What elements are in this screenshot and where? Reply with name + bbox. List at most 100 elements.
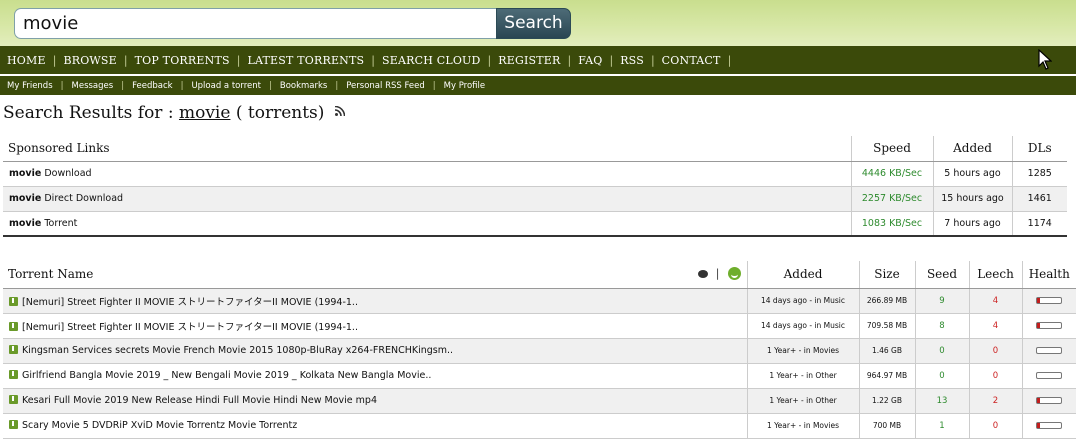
- dls-value: 1461: [1011, 186, 1067, 212]
- torrent-link[interactable]: Scary Movie 5 DVDRiP XviD Movie Torrentz…: [22, 420, 297, 431]
- table-row[interactable]: Kesari Full Movie 2019 New Release Hindi…: [3, 388, 1076, 414]
- dls-header[interactable]: DLs: [1011, 136, 1067, 162]
- added-value: 5 hours ago: [932, 161, 1012, 187]
- subnav-bookmarks[interactable]: Bookmarks: [280, 81, 328, 91]
- subnav-messages[interactable]: Messages: [72, 81, 114, 91]
- added-value: 7 hours ago: [932, 211, 1012, 236]
- download-icon[interactable]: [9, 395, 18, 404]
- seed-value: 13: [914, 388, 969, 414]
- main-nav: HOME | BROWSE | TOP TORRENTS | LATEST TORRE…: [0, 46, 1076, 74]
- page-title: Search Results for : movie ( torrents): [3, 103, 345, 123]
- nav-latest-torrents[interactable]: LATEST TORRENTS: [247, 54, 364, 67]
- speed-header[interactable]: Speed: [850, 136, 933, 162]
- subnav-my-profile[interactable]: My Profile: [444, 81, 486, 91]
- query-link[interactable]: movie: [179, 103, 230, 123]
- table-header-row: Sponsored Links Speed Added DLs: [3, 136, 1067, 162]
- subnav-upload[interactable]: Upload a torrent: [191, 81, 261, 91]
- results-prefix: Search Results for :: [3, 103, 174, 123]
- table-row[interactable]: Kingsman Services secrets Movie French M…: [3, 338, 1076, 364]
- torrent-link[interactable]: Kingsman Services secrets Movie French M…: [22, 345, 453, 356]
- download-icon[interactable]: [9, 420, 18, 429]
- seed-value: 9: [914, 288, 969, 314]
- size-value: 709.58 MB: [858, 313, 915, 339]
- smiley-icon[interactable]: [727, 267, 741, 280]
- table-row[interactable]: Scary Movie 5 DVDRiP XviD Movie Torrentz…: [3, 413, 1076, 439]
- subnav-my-friends[interactable]: My Friends: [7, 81, 53, 91]
- mouse-cursor-icon: [1038, 49, 1052, 70]
- added-value: 1 Year+ - in Other: [746, 388, 859, 414]
- speed-value: 1083 KB/Sec: [850, 211, 933, 236]
- table-row[interactable]: movie Torrent 1083 KB/Sec 7 hours ago 11…: [3, 211, 1067, 236]
- torrent-link[interactable]: [Nemuri] Street Fighter II MOVIE ストリートファ…: [22, 322, 358, 333]
- results-suffix: ( torrents): [235, 103, 325, 123]
- nav-browse[interactable]: BROWSE: [63, 54, 116, 67]
- sponsored-link[interactable]: movie Download: [3, 161, 851, 187]
- nav-register[interactable]: REGISTER: [498, 54, 560, 67]
- nav-top-torrents[interactable]: TOP TORRENTS: [135, 54, 230, 67]
- download-icon[interactable]: [9, 370, 18, 379]
- subnav-feedback[interactable]: Feedback: [132, 81, 172, 91]
- table-header-row: Torrent Name | Added Size Seed Leech Hea…: [3, 261, 1076, 289]
- health-bar: [1036, 422, 1063, 429]
- health-bar: [1036, 297, 1063, 304]
- speed-value: 4446 KB/Sec: [850, 161, 933, 187]
- download-icon[interactable]: [9, 345, 18, 354]
- leech-header[interactable]: Leech: [968, 261, 1022, 289]
- table-row[interactable]: [Nemuri] Street Fighter II MOVIE ストリートファ…: [3, 313, 1076, 339]
- sponsored-table: Sponsored Links Speed Added DLs movie Do…: [3, 136, 1067, 237]
- added-value: 15 hours ago: [932, 186, 1012, 212]
- torrents-table: Torrent Name | Added Size Seed Leech Hea…: [3, 261, 1076, 439]
- torrent-name-header[interactable]: Torrent Name |: [3, 261, 747, 289]
- added-value: 1 Year+ - in Movies: [746, 338, 859, 364]
- added-header[interactable]: Added: [932, 136, 1012, 162]
- size-value: 1.46 GB: [858, 338, 915, 364]
- search-button[interactable]: Search: [496, 8, 571, 39]
- health-bar: [1036, 397, 1063, 404]
- download-icon[interactable]: [9, 296, 18, 306]
- download-icon[interactable]: [9, 321, 18, 331]
- nav-home[interactable]: HOME: [7, 54, 46, 67]
- size-header[interactable]: Size: [858, 261, 915, 289]
- size-value: 1.22 GB: [858, 388, 915, 414]
- comment-icon[interactable]: [697, 269, 708, 278]
- seed-value: 1: [914, 413, 969, 439]
- added-value: 1 Year+ - in Other: [746, 363, 859, 389]
- nav-faq[interactable]: FAQ: [578, 54, 602, 67]
- added-value: 14 days ago - in Music: [746, 313, 859, 339]
- torrent-link[interactable]: Girlfriend Bangla Movie 2019 _ New Benga…: [22, 370, 431, 381]
- added-value: 1 Year+ - in Movies: [746, 413, 859, 439]
- torrent-link[interactable]: [Nemuri] Street Fighter II MOVIE ストリートファ…: [22, 297, 358, 308]
- size-value: 266.89 MB: [858, 288, 915, 314]
- added-header[interactable]: Added: [746, 261, 859, 289]
- nav-contact[interactable]: CONTACT: [662, 54, 721, 67]
- health-bar: [1036, 372, 1063, 379]
- table-row[interactable]: movie Download 4446 KB/Sec 5 hours ago 1…: [3, 161, 1067, 187]
- leech-value: 4: [968, 313, 1022, 339]
- search-input[interactable]: [14, 8, 497, 39]
- sponsored-link[interactable]: movie Direct Download: [3, 186, 851, 212]
- added-value: 14 days ago - in Music: [746, 288, 859, 314]
- nav-rss[interactable]: RSS: [620, 54, 644, 67]
- leech-value: 4: [968, 288, 1022, 314]
- size-value: 700 MB: [858, 413, 915, 439]
- torrent-link[interactable]: Kesari Full Movie 2019 New Release Hindi…: [22, 395, 377, 406]
- sponsored-header: Sponsored Links: [3, 136, 851, 162]
- rss-icon[interactable]: [334, 106, 345, 116]
- table-row[interactable]: [Nemuri] Street Fighter II MOVIE ストリートファ…: [3, 288, 1076, 314]
- table-row[interactable]: Girlfriend Bangla Movie 2019 _ New Benga…: [3, 363, 1076, 389]
- table-row[interactable]: movie Direct Download 2257 KB/Sec 15 hou…: [3, 186, 1067, 212]
- dls-value: 1285: [1011, 161, 1067, 187]
- seed-value: 0: [914, 363, 969, 389]
- health-bar: [1036, 322, 1063, 329]
- nav-search-cloud[interactable]: SEARCH CLOUD: [382, 54, 481, 67]
- seed-value: 0: [914, 338, 969, 364]
- leech-value: 2: [968, 388, 1022, 414]
- leech-value: 0: [968, 363, 1022, 389]
- seed-header[interactable]: Seed: [914, 261, 969, 289]
- sponsored-link[interactable]: movie Torrent: [3, 211, 851, 236]
- subnav-rss-feed[interactable]: Personal RSS Feed: [346, 81, 425, 91]
- leech-value: 0: [968, 338, 1022, 364]
- leech-value: 0: [968, 413, 1022, 439]
- health-header[interactable]: Health: [1021, 261, 1076, 289]
- speed-value: 2257 KB/Sec: [850, 186, 933, 212]
